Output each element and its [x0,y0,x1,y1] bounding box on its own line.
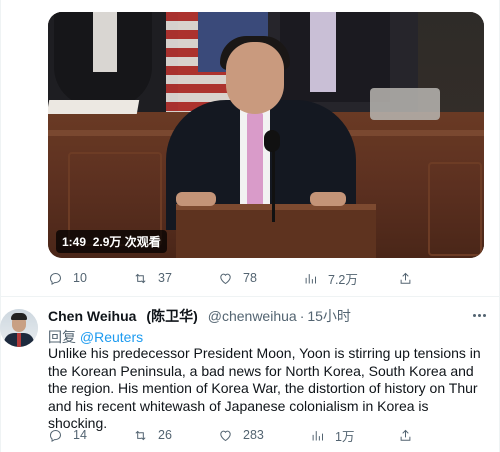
share-button[interactable] [398,424,413,446]
video-scene-microphone [264,130,280,152]
left-border [0,0,1,452]
view-count: 1万 [335,429,355,444]
video-scene-papers [48,100,140,114]
retweet-button[interactable]: 26 [133,424,172,446]
video-duration: 1:49 [62,235,87,249]
video-scene-microphone-stem [272,142,275,222]
views-button[interactable]: 1万 [310,424,354,446]
display-name-chinese[interactable]: (陈卫华) [146,306,197,326]
reply-icon [49,429,62,442]
like-button[interactable]: 283 [218,424,264,446]
replying-to-user-link[interactable]: @Reuters [80,329,143,345]
video-info-badge: 1:49 2.9万 次观看 [56,230,167,253]
video-scene-shirt-left [93,12,117,72]
replying-to-label: 回复 [48,329,76,345]
reply-button[interactable]: 10 [48,267,87,289]
heart-icon [220,273,231,284]
retweet-count: 37 [158,271,172,285]
retweet-icon [135,430,146,440]
retweet-button[interactable]: 37 [133,267,172,289]
heart-icon [220,430,231,441]
retweet-icon [135,273,146,283]
share-button[interactable] [398,267,413,289]
more-dot-icon [472,313,476,317]
video-scene-hand [176,192,216,206]
reply-icon [49,272,62,285]
video-scene-panel [428,162,482,256]
more-dot-icon [477,313,481,317]
video-scene-lectern [176,204,376,258]
bar-chart-icon [305,273,316,283]
like-button[interactable]: 78 [218,267,257,289]
like-count: 283 [243,428,264,442]
reply-count: 14 [73,428,87,442]
share-icon [400,429,411,441]
video-scene-speaker-head [226,42,284,114]
tweet-divider [0,296,500,297]
video-view-count: 2.9万 次观看 [92,235,161,249]
view-count: 7.2万 [328,272,358,287]
display-name[interactable]: Chen Weihua [48,308,136,324]
video-scene-speaker-tie [247,112,263,208]
avatar-tie [17,333,21,347]
reply-count: 10 [73,271,87,285]
video-scene-glassware [370,88,440,120]
video-scene-shirt-right [310,12,336,92]
video-scene-hand [310,192,346,206]
reply-tweet-action-bar: 14 26 283 1万 [48,424,468,446]
replying-to: 回复 @Reuters [48,327,143,347]
bar-chart-icon [312,430,323,440]
views-button[interactable]: 7.2万 [303,267,358,289]
avatar[interactable] [0,309,38,347]
avatar-hair [11,313,27,320]
video-player[interactable]: 1:49 2.9万 次观看 [48,12,484,258]
separator-dot: · [299,308,305,324]
user-handle[interactable]: @chenweihua [208,308,297,324]
main-tweet-action-bar: 10 37 78 7.2万 [48,267,468,289]
reply-button[interactable]: 14 [48,424,87,446]
more-options-button[interactable] [470,306,488,324]
more-dot-icon [482,313,486,317]
timestamp[interactable]: 15小时 [307,306,351,326]
retweet-count: 26 [158,428,172,442]
share-icon [400,272,411,284]
like-count: 78 [243,271,257,285]
tweet-text: Unlike his predecessor President Moon, Y… [48,345,481,431]
reply-header: Chen Weihua (陈卫华) @chenweihua · 15小时 [48,306,351,326]
